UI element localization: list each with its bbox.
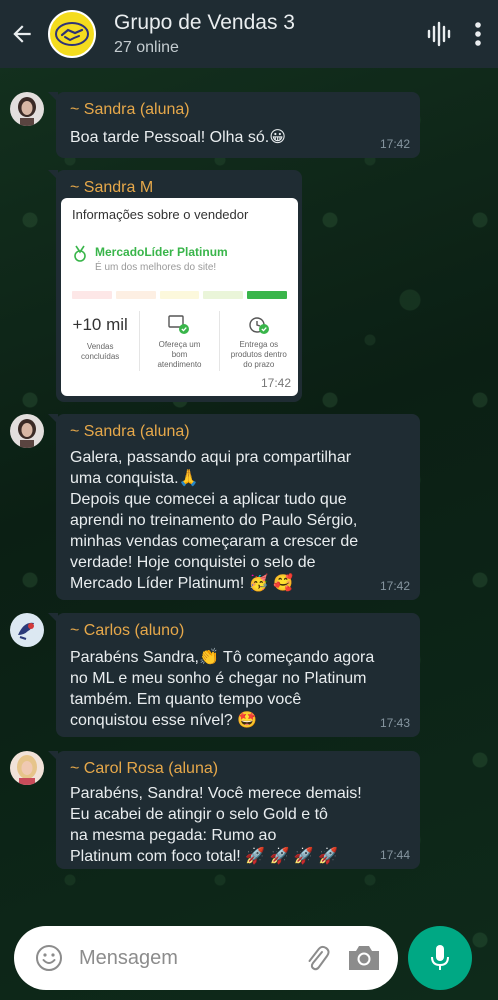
online-count: 27 online — [114, 39, 179, 56]
message-bubble[interactable]: ~ Sandra (aluna) Galera, passando aqui p… — [48, 414, 420, 600]
chat-title-block[interactable]: Grupo de Vendas 3 27 online — [114, 10, 418, 58]
message-time: 17:42 — [379, 137, 410, 151]
message-time: 17:43 — [379, 716, 410, 730]
message-bubble[interactable]: ~ Sandra (aluna) Boa tarde Pessoal! Olha… — [48, 92, 420, 158]
avatar[interactable] — [10, 92, 44, 126]
arrow-left-icon — [13, 25, 31, 43]
stat-label: Entrega os produtos dentro do prazo — [230, 340, 287, 369]
handshake-logo-icon — [55, 22, 89, 46]
card-title: Informações sobre o vendedor — [72, 207, 249, 222]
reputation-thermometer — [72, 291, 287, 299]
voice-message-button[interactable] — [408, 926, 472, 990]
thermometer-segment — [203, 291, 244, 299]
clock-check-icon — [220, 313, 298, 337]
sender-name: ~ Carol Rosa (aluna) — [70, 760, 219, 777]
more-vertical-icon — [475, 22, 481, 46]
stat-delivery: Entrega os produtos dentro do prazo — [218, 311, 298, 371]
message-time: 17:44 — [379, 848, 410, 862]
message-bubble[interactable]: ~ Sandra M Informações sobre o vendedor … — [48, 170, 302, 402]
message-text: Galera, passando aqui pra compartilhar u… — [70, 449, 359, 592]
message-composer: Mensagem — [14, 926, 398, 990]
sender-name: ~ Sandra (aluna) — [70, 101, 190, 118]
seller-info-image[interactable]: Informações sobre o vendedor MercadoLíde… — [61, 198, 298, 396]
seller-stats: +10 mil Vendas concluídas Ofereça um bom… — [61, 311, 298, 371]
menu-button[interactable] — [458, 0, 498, 68]
emoji-button[interactable] — [31, 940, 67, 976]
thermometer-segment — [72, 291, 112, 299]
camera-button[interactable] — [344, 938, 384, 978]
message-input[interactable]: Mensagem — [79, 947, 300, 970]
emoji-icon — [36, 945, 62, 971]
back-button[interactable] — [2, 0, 42, 68]
thermometer-segment — [159, 291, 200, 299]
avatar[interactable] — [10, 613, 44, 647]
message-text: Boa tarde Pessoal! Olha só.😀 — [70, 129, 286, 146]
group-title: Grupo de Vendas 3 — [114, 11, 295, 34]
message-text: Parabéns Sandra,👏 Tô começando agora no … — [70, 649, 375, 729]
camera-icon — [349, 946, 379, 970]
message-time: 17:42 — [379, 579, 410, 593]
avatar[interactable] — [10, 751, 44, 785]
user-avatar-icon — [10, 613, 44, 647]
sender-name: ~ Sandra M — [70, 179, 154, 196]
message-text: Parabéns, Sandra! Você merece demais! Eu… — [70, 785, 362, 865]
avatar[interactable] — [10, 414, 44, 448]
microphone-icon — [431, 945, 449, 970]
thermometer-segment — [247, 291, 287, 299]
sender-name: ~ Carlos (aluno) — [70, 622, 185, 639]
badge-title: MercadoLíder Platinum — [95, 245, 228, 259]
stat-label: Ofereça um bom atendimento — [157, 340, 202, 369]
stat-service: Ofereça um bom atendimento — [139, 311, 218, 371]
medal-icon — [74, 245, 86, 262]
chat-check-icon — [140, 313, 218, 337]
user-avatar-icon — [10, 414, 44, 448]
sender-name: ~ Sandra (aluna) — [70, 423, 190, 440]
message-bubble[interactable]: ~ Carol Rosa (aluna) Parabéns, Sandra! V… — [48, 751, 420, 869]
audio-wave-icon — [427, 21, 451, 47]
paperclip-icon — [308, 945, 330, 971]
thermometer-segment — [115, 291, 156, 299]
user-avatar-icon — [10, 751, 44, 785]
attach-button[interactable] — [300, 938, 334, 978]
chat-header: Grupo de Vendas 3 27 online — [0, 0, 498, 68]
message-bubble[interactable]: ~ Carlos (aluno) Parabéns Sandra,👏 Tô co… — [48, 613, 420, 737]
message-time: 17:42 — [260, 376, 291, 390]
voice-call-button[interactable] — [418, 0, 458, 68]
user-avatar-icon — [10, 92, 44, 126]
group-avatar[interactable] — [48, 10, 96, 58]
stat-value: +10 mil — [72, 315, 128, 334]
stat-label: Vendas concluídas — [81, 342, 120, 361]
stat-sales: +10 mil Vendas concluídas — [61, 311, 139, 371]
badge-subtitle: É um dos melhores do site! — [95, 262, 217, 273]
